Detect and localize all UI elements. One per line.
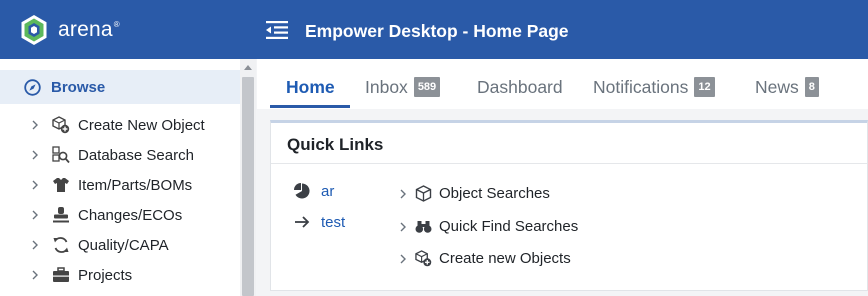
section-label: Create new Objects — [439, 250, 571, 267]
quick-link-label: test — [321, 213, 346, 231]
inbox-count-badge: 589 — [413, 77, 441, 97]
quick-link-label: ar — [321, 182, 335, 200]
sidebar-item-items-parts-boms[interactable]: Item/Parts/BOMs — [0, 170, 240, 200]
section-label: Object Searches — [439, 185, 550, 202]
tab-bar: Home Inbox 589 Dashboard Notifications 1… — [257, 59, 868, 109]
sidebar-item-quality-capa[interactable]: Quality/CAPA — [0, 230, 240, 260]
sidebar-item-label: Database Search — [78, 146, 194, 164]
tab-dashboard[interactable]: Dashboard — [477, 74, 563, 100]
chevron-right-icon[interactable] — [398, 222, 408, 232]
sidebar-item-label: Projects — [78, 266, 133, 284]
sidebar-item-database-search[interactable]: Database Search — [0, 140, 240, 170]
sidebar-item-label: Changes/ECOs — [78, 206, 183, 224]
panel-title: Quick Links — [287, 135, 384, 154]
chevron-right-icon[interactable] — [30, 240, 40, 250]
chevron-right-icon[interactable] — [30, 180, 40, 190]
arena-logo-icon — [21, 15, 47, 45]
sidebar-list: Create New Object Database Search Item/P… — [0, 110, 240, 290]
tab-label: Notifications — [593, 76, 689, 97]
chevron-right-icon[interactable] — [30, 120, 40, 130]
page-title: Empower Desktop - Home Page — [305, 21, 569, 41]
sidebar-item-label: Quality/CAPA — [78, 236, 169, 254]
section-create-new-objects[interactable]: Create new Objects — [398, 250, 571, 267]
active-tab-indicator — [270, 105, 350, 108]
chevron-right-icon[interactable] — [398, 254, 408, 264]
top-header: arena® Empower Desktop - Home Page — [0, 0, 868, 59]
compass-icon — [24, 78, 41, 96]
scroll-thumb[interactable] — [242, 77, 254, 296]
sidebar-item-changes-ecos[interactable]: Changes/ECOs — [0, 200, 240, 230]
divider — [271, 163, 867, 164]
chevron-right-icon[interactable] — [398, 189, 408, 199]
chevron-right-icon[interactable] — [30, 150, 40, 160]
quick-link-test[interactable]: test — [293, 213, 345, 231]
tab-label: News — [755, 76, 799, 97]
sidebar-item-create-new-object[interactable]: Create New Object — [0, 110, 240, 140]
section-label: Quick Find Searches — [439, 218, 579, 235]
notifications-count-badge: 12 — [694, 77, 715, 97]
tab-news[interactable]: News 8 — [755, 74, 819, 100]
quick-links-panel: Quick Links ar test Object Searches Quic… — [270, 120, 868, 291]
tab-label: Home — [286, 76, 335, 97]
chevron-right-icon[interactable] — [30, 210, 40, 220]
cube-icon — [415, 185, 432, 202]
brand[interactable]: arena® — [20, 14, 120, 46]
section-object-searches[interactable]: Object Searches — [398, 185, 550, 202]
box-plus-icon — [415, 250, 432, 267]
brand-name: arena® — [58, 18, 120, 41]
scroll-up-arrow-icon[interactable] — [244, 65, 252, 70]
tab-inbox[interactable]: Inbox 589 — [365, 74, 441, 100]
section-quick-find-searches[interactable]: Quick Find Searches — [398, 218, 578, 235]
sidebar-item-projects[interactable]: Projects — [0, 260, 240, 290]
pie-chart-icon — [294, 183, 310, 199]
box-plus-icon — [52, 116, 70, 134]
binoculars-icon — [415, 221, 432, 233]
stamp-icon — [53, 207, 69, 223]
menu-collapse-icon[interactable] — [266, 21, 288, 39]
sidebar: Browse Create New Object Database Search… — [0, 59, 256, 296]
database-search-icon — [52, 146, 70, 164]
sidebar-item-label: Create New Object — [78, 116, 205, 134]
arrow-right-icon — [295, 216, 310, 228]
sidebar-scrollbar[interactable] — [240, 59, 256, 296]
tab-label: Inbox — [365, 76, 408, 97]
sidebar-item-label: Item/Parts/BOMs — [78, 176, 193, 194]
quick-link-ar[interactable]: ar — [293, 182, 334, 200]
news-count-badge: 8 — [804, 77, 819, 97]
tab-home[interactable]: Home — [286, 74, 335, 100]
tab-label: Dashboard — [477, 76, 563, 97]
refresh-icon — [53, 237, 69, 253]
sidebar-item-label: Browse — [51, 78, 106, 96]
main-content: Home Inbox 589 Dashboard Notifications 1… — [257, 59, 868, 296]
tab-notifications[interactable]: Notifications 12 — [593, 74, 715, 100]
briefcase-icon — [53, 267, 69, 282]
sidebar-item-browse[interactable]: Browse — [0, 70, 240, 104]
chevron-right-icon[interactable] — [30, 270, 40, 280]
shirt-icon — [53, 178, 69, 192]
